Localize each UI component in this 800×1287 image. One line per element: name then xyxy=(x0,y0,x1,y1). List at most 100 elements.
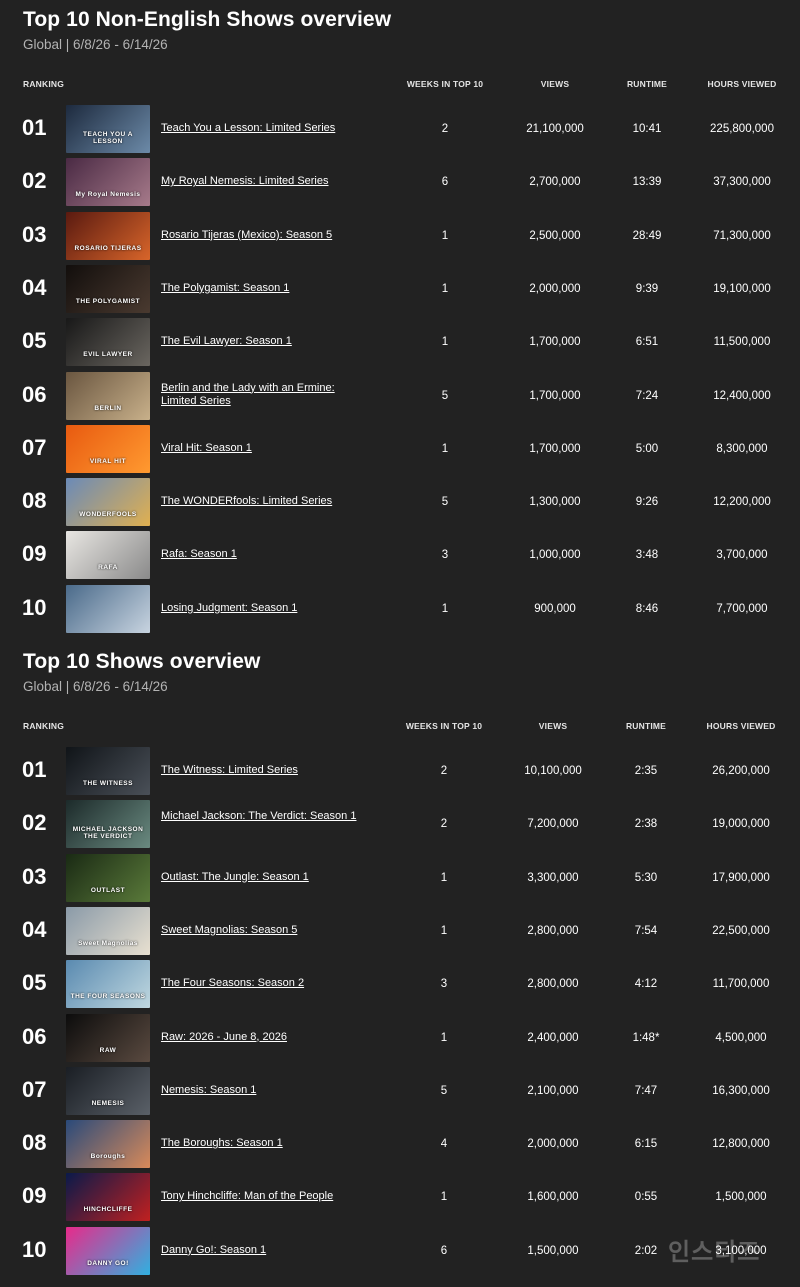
poster-thumbnail[interactable]: THE POLYGAMIST xyxy=(66,264,150,313)
poster-thumbnail[interactable]: RAFA xyxy=(66,531,150,580)
poster-thumbnail[interactable]: MICHAEL JACKSON THE VERDICT xyxy=(66,800,150,849)
poster-caption: THE POLYGAMIST xyxy=(75,297,141,305)
show-title-link[interactable]: The Witness: Limited Series xyxy=(161,764,361,777)
show-title-link[interactable]: The WONDERfools: Limited Series xyxy=(161,495,361,508)
poster-caption: ROSARIO TIJERAS xyxy=(74,244,142,252)
header-weeks: WEEKS IN TOP 10 xyxy=(406,79,484,89)
poster-thumbnail[interactable]: TEACH YOU A LESSON xyxy=(66,105,150,153)
poster-thumbnail[interactable]: Sweet Magnolias xyxy=(66,906,150,955)
non-english-section: Top 10 Non-English Shows overview Global… xyxy=(0,0,800,640)
weeks-value: 1 xyxy=(440,1191,448,1204)
table-row: 04 THE POLYGAMIST The Polygamist: Season 1… xyxy=(0,264,800,314)
poster-thumbnail[interactable]: THE FOUR SEASONS xyxy=(66,960,150,1009)
runtime-value: 3:48 xyxy=(635,549,659,562)
poster-caption: EVIL LAWYER xyxy=(83,351,133,359)
runtime-value: 6:15 xyxy=(634,1138,658,1151)
views-value: 1,300,000 xyxy=(529,496,581,509)
poster-thumbnail[interactable]: OUTLAST xyxy=(66,853,150,902)
poster-caption: HINCHCLIFFE xyxy=(83,1206,133,1214)
section-title: Top 10 Non-English Shows overview xyxy=(23,8,392,31)
table-row: 08 Boroughs The Boroughs: Season 1 4 2,000,0… xyxy=(0,1119,800,1169)
views-value: 1,700,000 xyxy=(529,389,581,402)
poster-thumbnail[interactable]: VIRAL HIT xyxy=(66,424,150,473)
weeks-value: 6 xyxy=(441,176,449,189)
poster-thumbnail[interactable]: ROSARIO TIJERAS xyxy=(66,211,150,260)
hours-viewed-value: 71,300,000 xyxy=(713,229,771,242)
show-title-link[interactable]: Raw: 2026 - June 8, 2026 xyxy=(161,1031,361,1044)
shows-section: Top 10 Shows overview Global | 6/8/26 - … xyxy=(0,642,800,1287)
table-row: 01 TEACH YOU A LESSON Teach You a Lesson: … xyxy=(0,104,800,154)
views-value: 2,800,000 xyxy=(527,924,579,937)
show-title-link[interactable]: Sweet Magnolias: Season 5 xyxy=(161,924,361,937)
poster-thumbnail[interactable]: WONDERFOOLS xyxy=(66,478,150,527)
weeks-value: 1 xyxy=(441,336,449,349)
views-value: 7,200,000 xyxy=(527,818,579,831)
runtime-value: 10:41 xyxy=(632,123,662,135)
poster-thumbnail[interactable]: EVIL LAWYER xyxy=(66,318,150,367)
poster-thumbnail[interactable]: THE WITNESS xyxy=(66,747,150,795)
show-title-link[interactable]: Teach You a Lesson: Limited Series xyxy=(161,122,361,135)
poster-thumbnail[interactable]: RAW xyxy=(66,1013,150,1062)
weeks-value: 2 xyxy=(440,765,448,777)
show-title-link[interactable]: The Evil Lawyer: Season 1 xyxy=(161,335,361,348)
poster-thumbnail[interactable]: BERLIN xyxy=(66,371,150,420)
header-ranking: RANKING xyxy=(23,79,65,89)
rank-number: 03 xyxy=(22,863,47,889)
poster-thumbnail[interactable]: DANNY GO! xyxy=(66,1226,150,1275)
hours-viewed-value: 3,700,000 xyxy=(716,549,768,562)
hours-viewed-value: 37,300,000 xyxy=(713,176,771,189)
show-title-link[interactable]: Tony Hinchcliffe: Man of the People xyxy=(161,1190,361,1203)
runtime-value: 9:26 xyxy=(635,496,659,509)
poster-caption: My Royal Nemesis xyxy=(75,191,141,199)
section-title: Top 10 Shows overview xyxy=(23,650,261,673)
poster-thumbnail[interactable]: NEMESIS xyxy=(66,1066,150,1115)
show-title-link[interactable]: Michael Jackson: The Verdict: Season 1 xyxy=(161,810,361,823)
show-title-link[interactable]: Viral Hit: Season 1 xyxy=(161,442,361,455)
poster-caption: Boroughs xyxy=(90,1153,126,1161)
views-value: 2,500,000 xyxy=(529,229,581,242)
table-row: 01 THE WITNESS The Witness: Limited Series… xyxy=(0,746,800,796)
rank-number: 04 xyxy=(22,916,47,942)
header-runtime: RUNTIME xyxy=(626,79,668,89)
poster-caption: THE FOUR SEASONS xyxy=(70,993,146,1001)
show-title-link[interactable]: The Boroughs: Season 1 xyxy=(161,1137,361,1150)
runtime-value: 0:55 xyxy=(634,1191,658,1204)
runtime-value: 2:38 xyxy=(634,818,658,831)
views-value: 2,800,000 xyxy=(527,978,579,991)
views-value: 900,000 xyxy=(534,602,576,615)
weeks-value: 1 xyxy=(440,1031,448,1044)
table-row: 07 VIRAL HIT Viral Hit: Season 1 1 1,700,000… xyxy=(0,424,800,474)
show-title-link[interactable]: Nemesis: Season 1 xyxy=(161,1084,361,1097)
poster-thumbnail[interactable]: Boroughs xyxy=(66,1120,150,1169)
show-title-link[interactable]: Rafa: Season 1 xyxy=(161,548,361,561)
hours-viewed-value: 22,500,000 xyxy=(712,924,770,937)
hours-viewed-value: 19,100,000 xyxy=(713,282,771,295)
views-value: 1,500,000 xyxy=(527,1244,579,1257)
poster-thumbnail[interactable] xyxy=(66,584,150,633)
runtime-value: 13:39 xyxy=(632,176,662,189)
section-subtitle: Global | 6/8/26 - 6/14/26 xyxy=(23,679,168,694)
hours-viewed-value: 8,300,000 xyxy=(716,442,768,455)
show-title-link[interactable]: Rosario Tijeras (Mexico): Season 5 xyxy=(161,229,361,242)
show-title-link[interactable]: My Royal Nemesis: Limited Series xyxy=(161,175,361,188)
views-value: 3,300,000 xyxy=(527,871,579,884)
poster-caption: RAW xyxy=(99,1046,117,1054)
show-title-link[interactable]: Outlast: The Jungle: Season 1 xyxy=(161,871,361,884)
views-value: 1,700,000 xyxy=(529,336,581,349)
poster-thumbnail[interactable]: HINCHCLIFFE xyxy=(66,1173,150,1222)
show-title-link[interactable]: Berlin and the Lady with an Ermine: Limi… xyxy=(161,382,361,408)
hours-viewed-value: 4,500,000 xyxy=(715,1031,767,1044)
show-title-link[interactable]: The Polygamist: Season 1 xyxy=(161,282,361,295)
show-title-link[interactable]: The Four Seasons: Season 2 xyxy=(161,977,361,990)
hours-viewed-value: 19,000,000 xyxy=(712,818,770,831)
views-value: 2,400,000 xyxy=(527,1031,579,1044)
weeks-value: 1 xyxy=(440,924,448,937)
runtime-value: 2:35 xyxy=(634,765,658,777)
header-hours: HOURS VIEWED xyxy=(707,79,777,89)
weeks-value: 1 xyxy=(441,602,449,615)
poster-thumbnail[interactable]: My Royal Nemesis xyxy=(66,158,150,207)
show-title-link[interactable]: Danny Go!: Season 1 xyxy=(161,1244,361,1257)
show-title-link[interactable]: Losing Judgment: Season 1 xyxy=(161,602,361,615)
views-value: 1,000,000 xyxy=(529,549,581,562)
poster-caption: DANNY GO! xyxy=(87,1259,129,1267)
